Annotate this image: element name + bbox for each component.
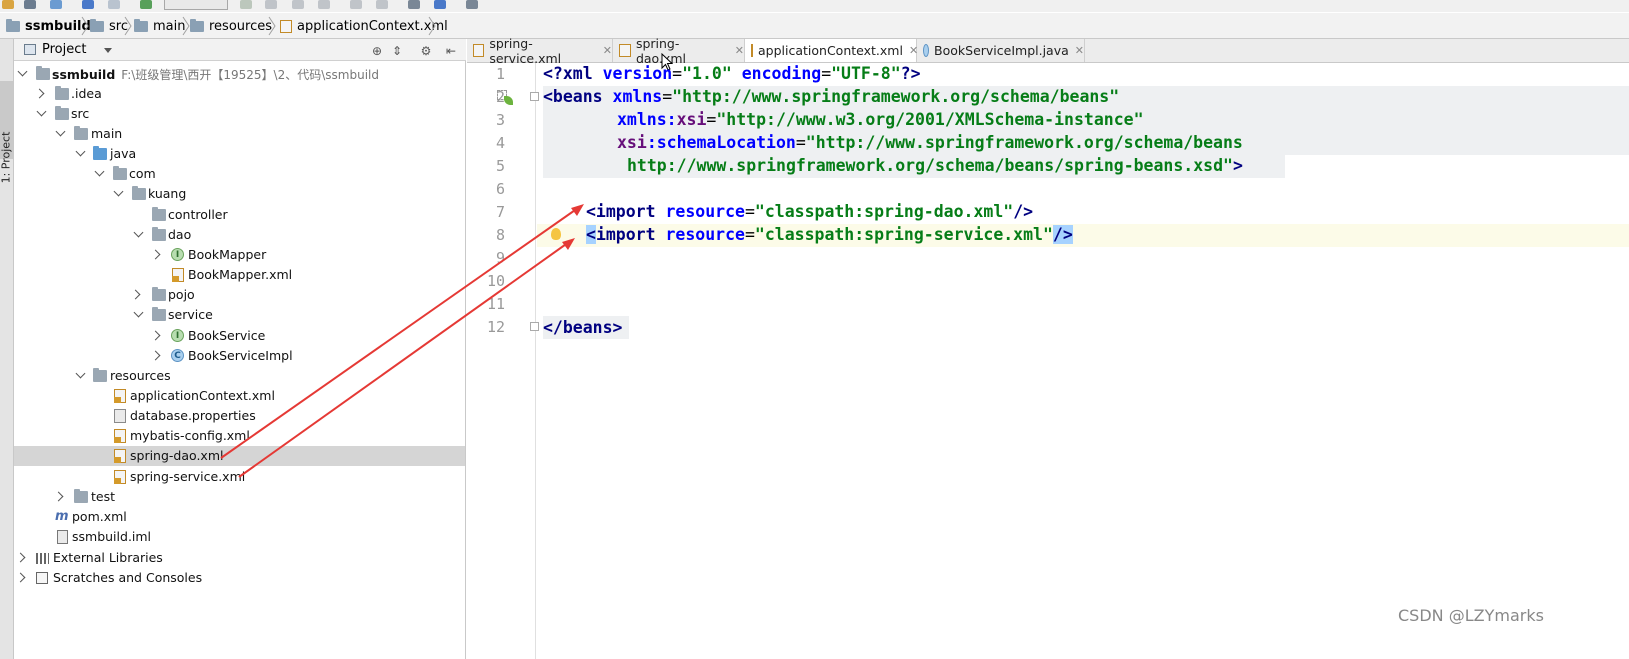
watermark: CSDN @LZYmarks — [1398, 606, 1544, 625]
annotation-arrow-spring-service — [238, 241, 570, 478]
annotation-arrow-spring-dao — [220, 207, 579, 459]
annotation-arrows — [220, 204, 584, 478]
arrowhead-icon — [562, 238, 575, 250]
arrowhead-icon — [571, 204, 584, 216]
